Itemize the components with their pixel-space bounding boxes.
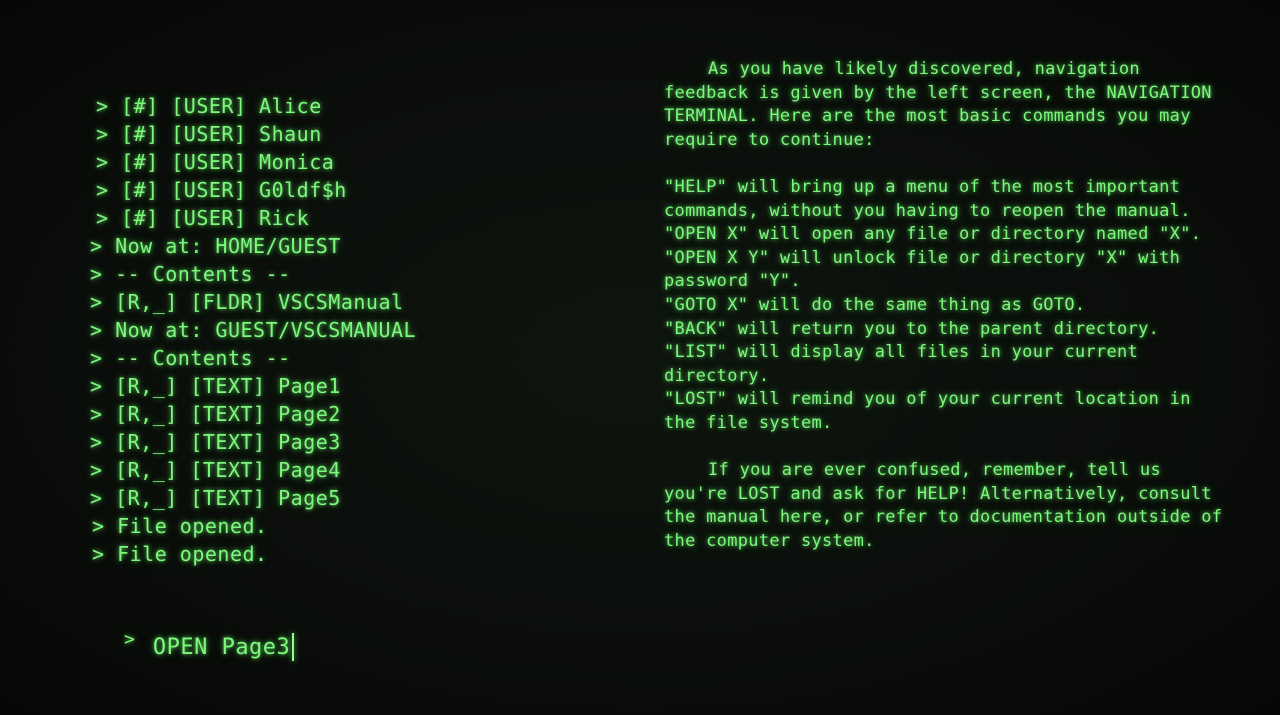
log-line: > [#] [USER] Alice <box>96 94 322 118</box>
log-line: > Now at: HOME/GUEST <box>90 234 341 258</box>
log-line: > -- Contents -- <box>90 346 291 370</box>
log-line: > [R,_] [TEXT] Page3 <box>90 430 341 454</box>
manual-intro: As you have likely discovered, navigatio… <box>664 59 1223 150</box>
log-line: > Now at: GUEST/VSCSMANUAL <box>90 318 417 342</box>
manual-command-open-password: "OPEN X Y" will unlock file or directory… <box>664 247 1191 292</box>
log-line: > [#] [USER] Rick <box>96 206 310 230</box>
navigation-terminal: > [#] [USER] Alice > [#] [USER] Shaun > … <box>90 92 596 572</box>
prompt-symbol: > <box>124 628 135 650</box>
manual-command-open: "OPEN X" will open any file or directory… <box>664 224 1202 245</box>
log-line: > [R,_] [FLDR] VSCSManual <box>90 290 404 314</box>
manual-outro: If you are ever confused, remember, tell… <box>664 460 1223 551</box>
manual-command-help: "HELP" will bring up a menu of the most … <box>664 176 1191 221</box>
log-line: > [R,_] [TEXT] Page1 <box>90 374 341 398</box>
manual-command-list: "LIST" will display all files in your cu… <box>664 342 1149 386</box>
log-line: > [#] [USER] Monica <box>96 150 335 174</box>
log-line: > [R,_] [TEXT] Page5 <box>90 486 341 510</box>
manual-command-goto: "GOTO X" will do the same thing as GOTO. <box>664 294 1086 315</box>
terminal-log: > [#] [USER] Alice > [#] [USER] Shaun > … <box>90 92 596 568</box>
command-input[interactable]: OPEN Page3 <box>153 635 290 660</box>
manual-page: As you have likely discovered, navigatio… <box>664 58 1224 553</box>
command-prompt[interactable]: > OPEN Page3 <box>124 628 295 664</box>
text-cursor <box>292 633 295 661</box>
log-line: > -- Contents -- <box>90 262 291 286</box>
log-line: > [#] [USER] G0ldf$h <box>96 178 347 202</box>
log-line: > File opened. <box>92 514 268 538</box>
manual-command-back: "BACK" will return you to the parent dir… <box>664 318 1160 339</box>
manual-command-lost: "LOST" will remind you of your current l… <box>664 389 1202 433</box>
log-line: > [#] [USER] Shaun <box>96 122 322 146</box>
log-line: > File opened. <box>92 542 268 566</box>
log-line: > [R,_] [TEXT] Page2 <box>90 402 341 426</box>
log-line: > [R,_] [TEXT] Page4 <box>90 458 341 482</box>
